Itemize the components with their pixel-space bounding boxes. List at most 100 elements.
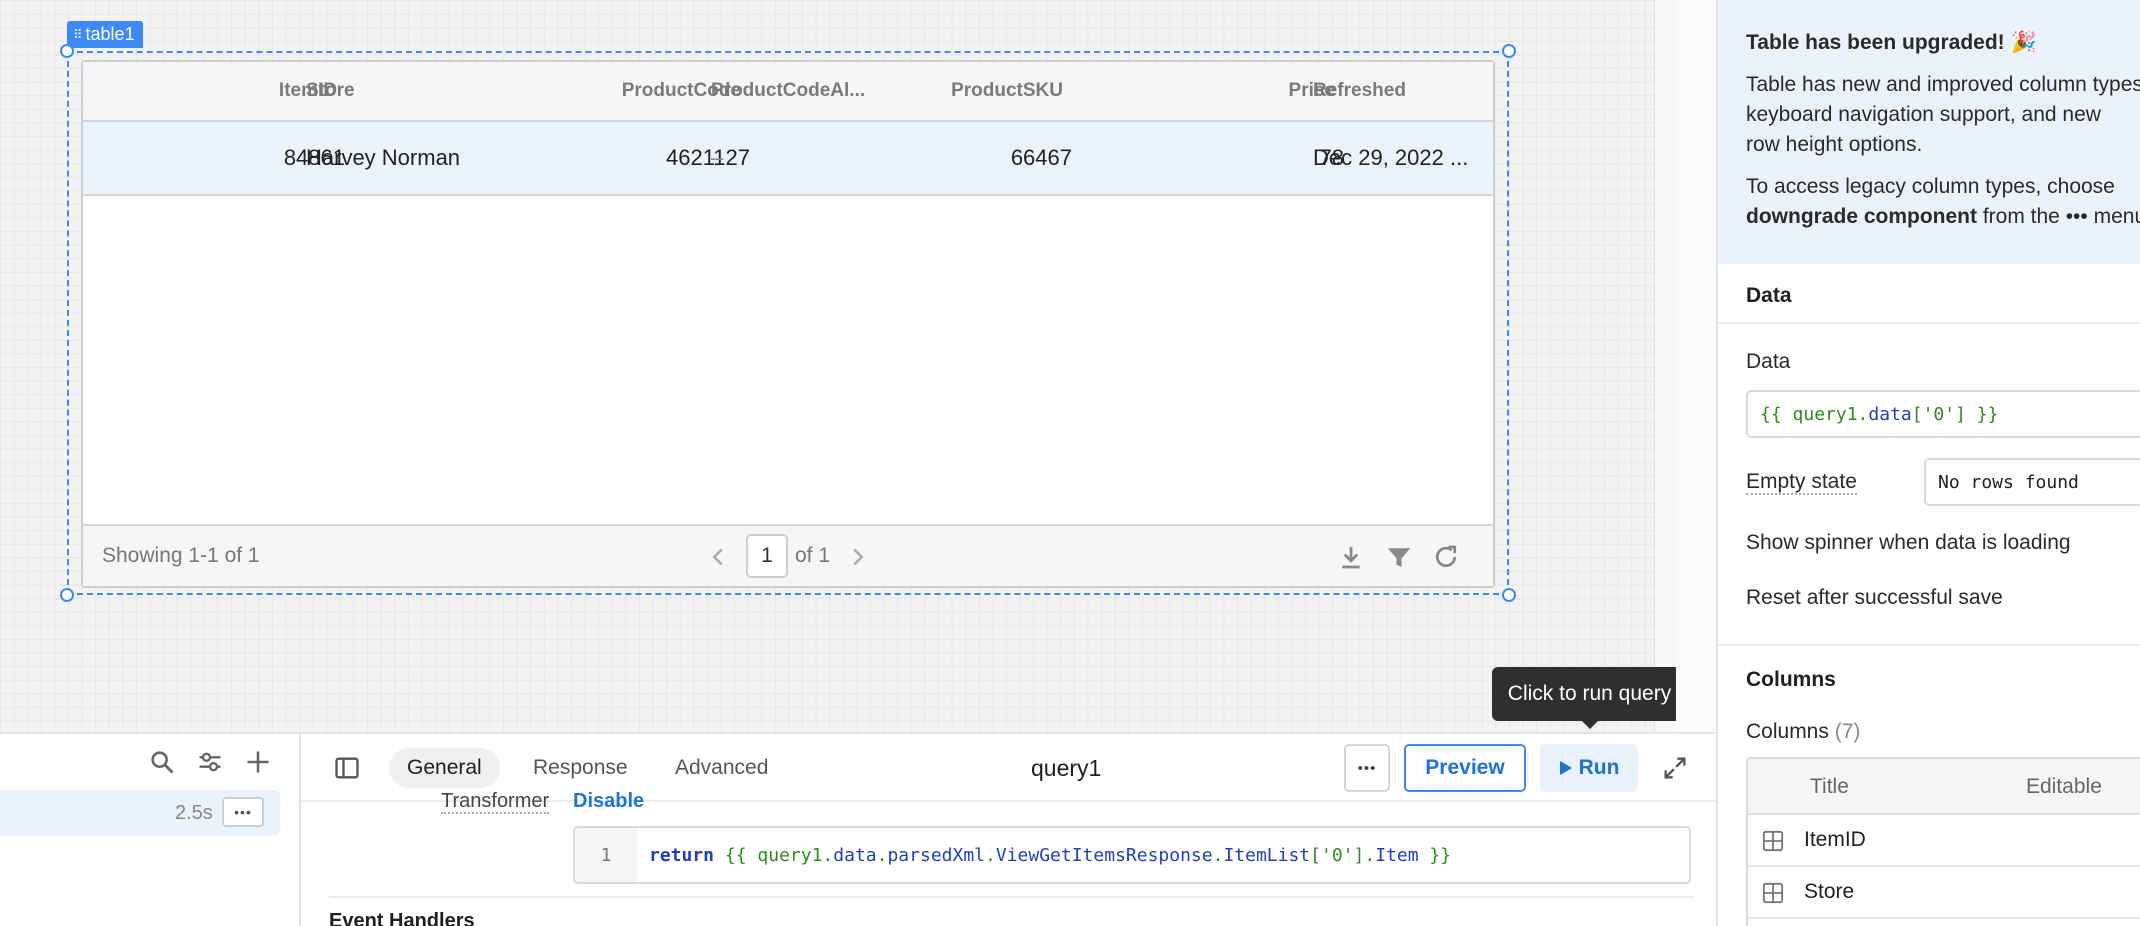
- divider: [1718, 322, 2140, 324]
- run-tooltip: Click to run query: [1492, 667, 1687, 729]
- code-prop: ItemList: [1223, 844, 1311, 866]
- code-close-brace: }}: [1965, 403, 1999, 425]
- code-index: ['0']: [1911, 403, 1966, 425]
- preview-button[interactable]: Preview: [1404, 744, 1526, 792]
- code-prop: data: [1868, 403, 1912, 425]
- plus-icon[interactable]: [244, 748, 272, 776]
- inspector-panel: Table has been upgraded! 🎉 Table has new…: [1716, 0, 2140, 926]
- banner-title: Table has been upgraded! 🎉: [1746, 31, 2037, 54]
- data-section-title[interactable]: Data: [1746, 284, 1792, 308]
- drag-handle-icon[interactable]: ⠿: [73, 27, 82, 43]
- data-property-input[interactable]: {{ query1 . data ['0'] }}: [1746, 390, 2140, 438]
- columns-count: (7): [1834, 720, 1861, 743]
- code-line-number: 1: [575, 828, 637, 882]
- code-ident: query1: [757, 844, 823, 866]
- refresh-icon[interactable]: [1431, 542, 1461, 572]
- column-row-label: Store: [1804, 880, 1855, 903]
- transformer-label: Transformer: [441, 790, 550, 814]
- code-keyword: return: [649, 844, 715, 866]
- search-icon[interactable]: [148, 748, 176, 776]
- toggle-sidebar-icon[interactable]: [333, 754, 361, 782]
- banner-legacy-line1: To access legacy column types, choose: [1746, 175, 2115, 198]
- tab-advanced[interactable]: Advanced: [657, 748, 786, 788]
- component-tag[interactable]: ⠿ table1: [67, 21, 143, 48]
- banner-legacy-bold: downgrade component: [1746, 205, 1977, 228]
- resize-handle-bottom-right[interactable]: [1502, 588, 1516, 602]
- resize-handle-top-left[interactable]: [60, 44, 74, 58]
- query-list-panel: 2.5s •••: [0, 732, 301, 926]
- play-icon: [1559, 761, 1572, 775]
- column-header-productsku[interactable]: ProductSKU: [883, 62, 1063, 120]
- code-index: ['0']: [1310, 844, 1365, 866]
- query-editor: General Response Advanced query1 ••• Pre…: [301, 732, 1716, 926]
- canvas-scrollbar[interactable]: [1654, 0, 1676, 732]
- filter-icon[interactable]: [1384, 542, 1414, 572]
- run-button-label: Run: [1578, 756, 1620, 779]
- columns-head-title: Title: [1810, 775, 1849, 798]
- table-row[interactable]: 84861 Harvey Norman 4621127 – 66467 78 D…: [83, 122, 1493, 196]
- divider: [1718, 644, 2140, 646]
- columns-label: Columns (7): [1746, 720, 1861, 743]
- query-list-item[interactable]: 2.5s •••: [0, 790, 280, 836]
- code-dot: .: [1364, 844, 1376, 866]
- sliders-icon[interactable]: [196, 748, 224, 776]
- column-header-price[interactable]: Price: [1153, 62, 1335, 120]
- column-header-store[interactable]: Store: [306, 62, 466, 120]
- code-prop: data: [833, 844, 877, 866]
- column-type-grid-icon: [1762, 882, 1784, 904]
- table-component[interactable]: ItemID Store ProductCode ProductCodeAl..…: [81, 60, 1495, 588]
- column-header-productcodealt[interactable]: ProductCodeAl...: [711, 62, 871, 120]
- section-divider: [329, 896, 1694, 898]
- columns-list-header: Title Editable: [1748, 759, 2140, 815]
- transformer-code-editor[interactable]: 1 return {{ query1 . data . parsedXml . …: [573, 826, 1691, 884]
- banner-body-line2: keyboard navigation support, and new: [1746, 103, 2101, 126]
- code-open-brace: {{: [1760, 403, 1793, 425]
- chevron-right-icon[interactable]: [843, 542, 873, 572]
- pagination-summary: Showing 1-1 of 1: [102, 544, 260, 567]
- query-item-more-button[interactable]: •••: [222, 797, 264, 827]
- code-close-brace: }}: [1418, 844, 1452, 866]
- resize-handle-top-right[interactable]: [1502, 44, 1516, 58]
- reset-after-save-label[interactable]: Reset after successful save: [1746, 586, 2003, 610]
- column-header-refreshed[interactable]: Refreshed: [1313, 62, 1483, 120]
- banner-legacy-line2: downgrade component from the ••• menu.: [1746, 202, 2140, 232]
- cell-refreshed: Dec 29, 2022 ...: [1313, 145, 1469, 170]
- banner-legacy-rest: from the ••• menu.: [1977, 205, 2140, 228]
- code-dot: .: [1212, 844, 1224, 866]
- table-header: ItemID Store ProductCode ProductCodeAl..…: [83, 62, 1493, 122]
- run-button[interactable]: Run: [1540, 744, 1638, 792]
- table-footer: Showing 1-1 of 1 1 of 1: [83, 524, 1493, 586]
- code-prop: Item: [1375, 844, 1419, 866]
- tab-general[interactable]: General: [389, 748, 500, 788]
- expand-icon[interactable]: [1661, 754, 1689, 782]
- query-duration: 2.5s: [175, 802, 213, 824]
- query-more-button[interactable]: •••: [1344, 744, 1390, 792]
- resize-handle-bottom-left[interactable]: [60, 588, 74, 602]
- column-row-store[interactable]: Store: [1748, 867, 2140, 919]
- query-name[interactable]: query1: [1031, 748, 1101, 788]
- code-dot: .: [985, 844, 996, 866]
- disable-transformer-link[interactable]: Disable: [573, 790, 644, 816]
- empty-state-input[interactable]: No rows found: [1924, 458, 2140, 506]
- columns-section-title[interactable]: Columns: [1746, 668, 1836, 692]
- banner-body-line1: Table has new and improved column types,: [1746, 73, 2140, 96]
- column-type-grid-icon: [1762, 830, 1784, 852]
- tab-response[interactable]: Response: [515, 748, 646, 788]
- cell-store: Harvey Norman: [306, 145, 461, 170]
- column-header-productcode[interactable]: ProductCode: [503, 62, 741, 120]
- show-spinner-label[interactable]: Show spinner when data is loading: [1746, 531, 2071, 555]
- download-icon[interactable]: [1336, 542, 1366, 572]
- event-handlers-label: Event Handlers: [329, 910, 475, 926]
- code-open-brace: {{: [724, 844, 758, 866]
- banner-body-line3: row height options.: [1746, 133, 1923, 156]
- code-dot: .: [876, 844, 888, 866]
- cell-productsku: 66467: [1010, 145, 1072, 170]
- code-dot: .: [1857, 403, 1869, 425]
- page-number-input[interactable]: 1: [746, 534, 788, 578]
- chevron-left-icon[interactable]: [703, 542, 733, 572]
- code-prop: ViewGetItemsResponse: [995, 844, 1213, 866]
- column-row-label: ItemID: [1804, 828, 1866, 851]
- columns-head-editable: Editable: [2026, 775, 2102, 798]
- column-row-itemid[interactable]: ItemID: [1748, 815, 2140, 867]
- code-line: return {{ query1 . data . parsedXml . Vi…: [649, 828, 1451, 882]
